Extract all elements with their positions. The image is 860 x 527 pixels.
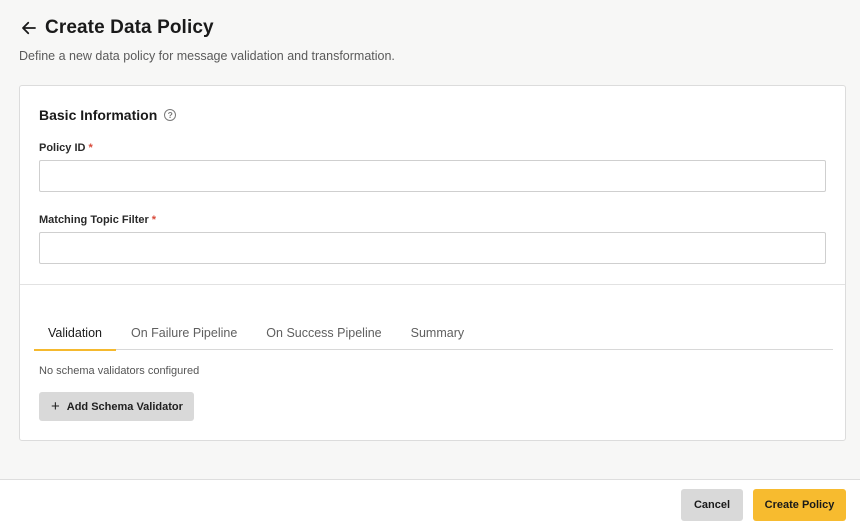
create-policy-button[interactable]: Create Policy (753, 489, 846, 521)
back-button[interactable] (19, 18, 39, 38)
basic-information-section: Basic Information ? Policy ID * Matching … (20, 86, 845, 285)
tab-summary[interactable]: Summary (397, 315, 478, 350)
tab-validation[interactable]: Validation (34, 315, 116, 351)
title-row: Create Data Policy (19, 16, 846, 40)
policy-id-label-text: Policy ID (39, 142, 86, 154)
arrow-left-icon (22, 21, 36, 35)
section-title-text: Basic Information (39, 107, 158, 123)
section-title: Basic Information ? (39, 107, 177, 123)
topic-filter-label-text: Matching Topic Filter (39, 214, 149, 226)
plus-icon: + (51, 397, 60, 415)
create-data-policy-page: Create Data Policy Define a new data pol… (0, 0, 860, 527)
policy-form-card: Basic Information ? Policy ID * Matching … (19, 85, 846, 441)
page-subtitle: Define a new data policy for message val… (19, 49, 395, 63)
topic-filter-input[interactable] (39, 232, 826, 264)
help-circle-icon[interactable]: ? (164, 109, 177, 121)
form-footer: Cancel Create Policy (0, 479, 860, 527)
required-marker: * (88, 142, 93, 154)
topic-filter-label: Matching Topic Filter * (39, 214, 156, 226)
policy-id-label: Policy ID * (39, 142, 93, 154)
tab-on-success-pipeline[interactable]: On Success Pipeline (252, 315, 395, 350)
tab-on-failure-pipeline[interactable]: On Failure Pipeline (117, 315, 251, 350)
add-schema-validator-label: Add Schema Validator (66, 400, 183, 413)
policy-tabs: Validation On Failure Pipeline On Succes… (34, 315, 833, 351)
policy-id-input[interactable] (39, 160, 826, 192)
empty-validators-text: No schema validators configured (39, 365, 200, 377)
page-header: Create Data Policy Define a new data pol… (19, 16, 846, 63)
page-title: Create Data Policy (45, 17, 214, 38)
add-schema-validator-button[interactable]: + Add Schema Validator (39, 392, 194, 421)
required-marker: * (151, 214, 157, 226)
cancel-button[interactable]: Cancel (681, 489, 743, 521)
